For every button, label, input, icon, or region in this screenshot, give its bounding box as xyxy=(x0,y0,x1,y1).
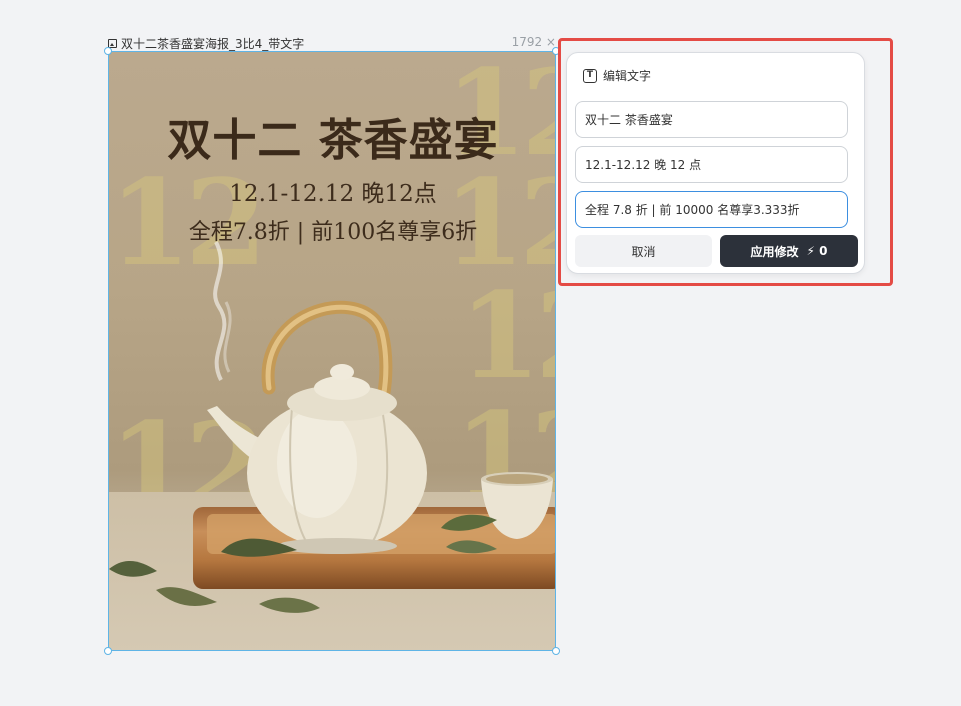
apply-label: 应用修改 xyxy=(750,244,799,259)
panel-title: 编辑文字 xyxy=(603,69,652,83)
image-icon xyxy=(108,38,117,48)
tea-leaf xyxy=(156,587,217,606)
tea-leaf xyxy=(259,597,320,613)
poster-title[interactable]: 双十二 茶香盛宴 xyxy=(109,104,555,168)
edit-text-panel: T 编辑文字 取消 应用修改 ⚡ 0 xyxy=(566,52,865,274)
tea-leaf xyxy=(109,560,157,577)
tea-leaf xyxy=(221,538,297,557)
text-field-discount[interactable] xyxy=(575,191,848,228)
cancel-button[interactable]: 取消 xyxy=(575,235,712,267)
teapot-graphic xyxy=(207,300,427,554)
tea-leaf xyxy=(441,514,497,531)
text-edit-icon: T xyxy=(583,68,597,83)
text-field-date[interactable] xyxy=(575,146,848,183)
apply-cost: ⚡ 0 xyxy=(807,244,828,258)
poster-canvas[interactable]: 12 12 12 12 12 12 xyxy=(108,51,556,651)
panel-header: T 编辑文字 xyxy=(583,67,651,84)
canvas-title[interactable]: 双十二茶香盛宴海报_3比4_带文字 xyxy=(108,35,304,51)
text-field-title[interactable] xyxy=(575,101,848,138)
poster-discount-line[interactable]: 全程7.8折 | 前100名尊享6折 xyxy=(109,214,555,246)
resize-handle-top-left[interactable] xyxy=(104,47,112,55)
bg-numeral: 12 xyxy=(459,266,555,405)
resize-handle-bottom-left[interactable] xyxy=(104,647,112,655)
resize-handle-bottom-right[interactable] xyxy=(552,647,560,655)
teacup-graphic xyxy=(481,472,553,539)
lightning-icon: ⚡ xyxy=(806,244,815,258)
canvas-file-name: 双十二茶香盛宴海报_3比4_带文字 xyxy=(121,36,305,51)
tea-leaf xyxy=(446,540,497,554)
poster-date-line[interactable]: 12.1-12.12 晚12点 xyxy=(109,174,555,208)
apply-cost-value: 0 xyxy=(819,244,828,258)
apply-changes-button[interactable]: 应用修改 ⚡ 0 xyxy=(720,235,858,267)
